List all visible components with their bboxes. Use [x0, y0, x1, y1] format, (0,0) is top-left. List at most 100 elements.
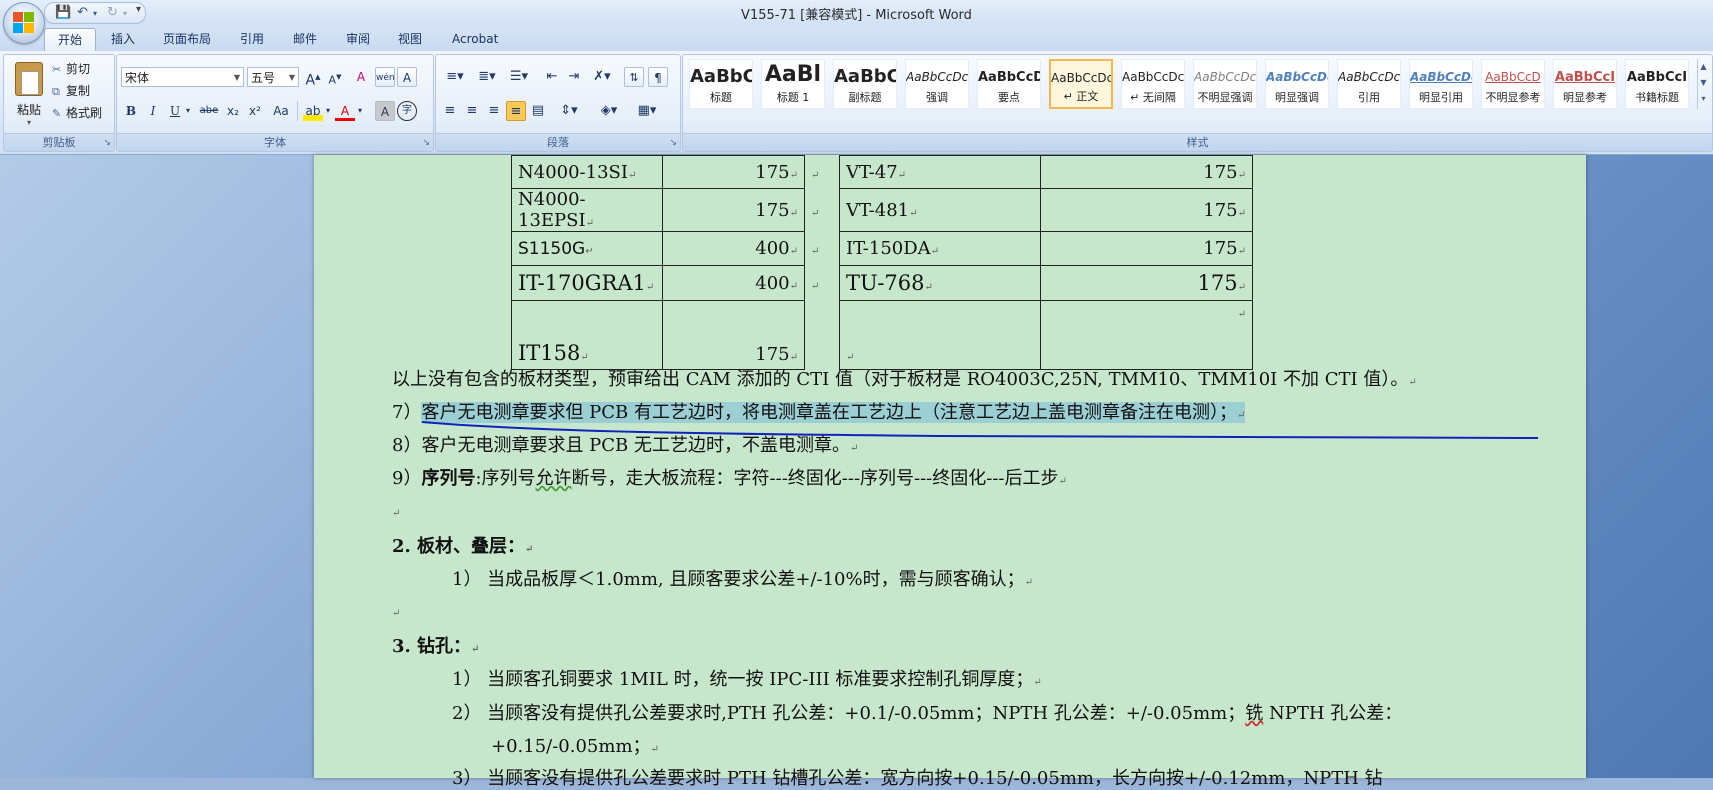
numbering-button[interactable]: ≣▾ — [472, 67, 502, 87]
table-cell[interactable]: 400↵ — [662, 265, 805, 301]
tab-insert[interactable]: 插入 — [98, 28, 148, 50]
style-subtle-emphasis[interactable]: AaBbCcDc 不明显强调 — [1193, 59, 1257, 109]
distributed-button[interactable]: ▤ — [528, 101, 548, 121]
table-cell[interactable]: ↵ — [804, 188, 840, 232]
list-item[interactable]: 1） 当顾客孔铜要求 1MIL 时，统一按 IPC-III 标准要求控制孔铜厚度… — [452, 665, 1042, 691]
paragraph[interactable]: 8）客户无电测章要求且 PCB 无工艺边时，不盖电测章。↵ — [392, 431, 858, 457]
style-quote[interactable]: AaBbCcDc 引用 — [1337, 59, 1401, 109]
paragraph-dialog-launcher-icon[interactable]: ↘ — [669, 138, 677, 148]
character-shading-button[interactable]: A — [375, 101, 395, 121]
table-cell[interactable]: 175↵ — [662, 300, 805, 370]
decrease-indent-button[interactable]: ⇤ — [542, 67, 562, 87]
bold-button[interactable]: B — [121, 101, 141, 121]
tab-page-layout[interactable]: 页面布局 — [150, 28, 224, 50]
font-color-button[interactable]: A — [335, 101, 355, 121]
chevron-down-icon[interactable]: ▾ — [183, 101, 193, 121]
list-item[interactable]: 1） 当成品板厚＜1.0mm, 且顾客要求公差+/-10%时，需与顾客确认；↵ — [452, 565, 1033, 591]
style-book-title[interactable]: AaBbCcI 书籍标题 — [1625, 59, 1689, 109]
subscript-button[interactable]: x₂ — [223, 101, 243, 121]
sort-button[interactable]: ⇅ — [624, 67, 644, 87]
style-subtle-reference[interactable]: AaBbCcD 不明显参考 — [1481, 59, 1545, 109]
phonetic-guide-button[interactable]: wén — [375, 67, 395, 87]
table-cell[interactable]: IT158↵ — [511, 300, 663, 370]
increase-indent-button[interactable]: ⇥ — [564, 67, 584, 87]
tab-references[interactable]: 引用 — [227, 28, 277, 50]
table-cell[interactable]: 400↵ — [662, 231, 805, 266]
style-intense-quote[interactable]: AaBbCcDc 明显引用 — [1409, 59, 1473, 109]
strikethrough-button[interactable]: abe — [197, 101, 221, 121]
table-cell[interactable]: 175↵ — [662, 188, 805, 232]
table-cell[interactable]: IT-170GRA1↵ — [511, 265, 663, 301]
paragraph[interactable]: 以上没有包含的板材类型，预审给出 CAM 添加的 CTI 值（对于板材是 RO4… — [392, 365, 1417, 391]
table-cell[interactable]: TU-768↵ — [839, 265, 1041, 301]
enclose-characters-button[interactable]: 字 — [397, 101, 417, 121]
paste-button[interactable]: 粘贴 ▾ — [8, 58, 50, 128]
line-spacing-button[interactable]: ⇕▾ — [554, 101, 584, 121]
italic-button[interactable]: I — [143, 101, 163, 121]
style-title[interactable]: AaBbC 标题 — [689, 59, 753, 109]
font-name-combo[interactable]: 宋体 ▼ — [121, 67, 244, 87]
change-case-button[interactable]: Aa — [269, 101, 293, 121]
chevron-down-icon[interactable]: ▾ — [323, 101, 333, 121]
table-cell[interactable]: 175↵ — [1040, 155, 1253, 189]
empty-paragraph[interactable]: ↵ — [392, 500, 400, 521]
style-intense-reference[interactable]: AaBbCcI 明显参考 — [1553, 59, 1617, 109]
gallery-up-icon[interactable]: ▲ — [1698, 59, 1709, 75]
asian-layout-button[interactable]: ✗▾ — [588, 67, 616, 87]
table-cell[interactable]: S1150G↵ — [511, 231, 663, 266]
format-painter-button[interactable]: ✎ 格式刷 — [52, 104, 102, 121]
borders-button[interactable]: ▦▾ — [630, 101, 664, 121]
shrink-font-button[interactable]: A▼ — [325, 67, 345, 87]
list-item[interactable]: 2） 当顾客没有提供孔公差要求时,PTH 孔公差：+0.1/-0.05mm；NP… — [452, 699, 1402, 725]
style-emphasis[interactable]: AaBbCcDc 强调 — [905, 59, 969, 109]
style-heading-1[interactable]: AaBl 标题 1 — [761, 59, 825, 109]
gallery-down-icon[interactable]: ▼ — [1698, 75, 1709, 91]
tab-review[interactable]: 审阅 — [333, 28, 383, 50]
align-left-button[interactable]: ≡ — [440, 101, 460, 121]
copy-button[interactable]: ⧉ 复制 — [52, 82, 90, 99]
font-dialog-launcher-icon[interactable]: ↘ — [422, 138, 430, 148]
tab-home[interactable]: 开始 — [44, 28, 97, 51]
table-cell[interactable]: IT-150DA↵ — [839, 231, 1041, 266]
clear-formatting-button[interactable]: A — [351, 67, 371, 87]
chevron-down-icon[interactable]: ▾ — [355, 101, 365, 121]
list-item-continuation[interactable]: +0.15/-0.05mm；↵ — [491, 732, 659, 758]
section-heading[interactable]: 2. 板材、叠层：↵ — [392, 532, 533, 558]
table-cell[interactable]: 175↵ — [1040, 265, 1253, 301]
list-item[interactable]: 3） 当顾客没有提供孔公差要求时 PTH 钻槽孔公差：宽方向按+0.15/-0.… — [452, 764, 1383, 790]
bullets-button[interactable]: ≡▾ — [440, 67, 470, 87]
tab-view[interactable]: 视图 — [385, 28, 435, 50]
style-normal[interactable]: AaBbCcDc ↵ 正文 — [1049, 59, 1113, 109]
align-right-button[interactable]: ≡ — [484, 101, 504, 121]
justify-button[interactable]: ≡ — [506, 101, 526, 121]
align-center-button[interactable]: ≡ — [462, 101, 482, 121]
style-no-spacing[interactable]: AaBbCcDc ↵ 无间隔 — [1121, 59, 1185, 109]
office-button[interactable] — [3, 2, 45, 44]
underline-button[interactable]: U — [165, 101, 185, 121]
table-cell[interactable] — [804, 300, 840, 370]
table-cell[interactable]: ↵ — [804, 231, 840, 266]
table-cell[interactable]: ↵ — [1040, 300, 1253, 370]
multilevel-list-button[interactable]: ☰▾ — [504, 67, 534, 87]
table-cell[interactable]: N4000-13SI↵ — [511, 155, 663, 189]
table-cell[interactable]: 175↵ — [1040, 188, 1253, 232]
font-size-combo[interactable]: 五号 ▼ — [247, 67, 299, 87]
table-cell[interactable]: ↵ — [804, 155, 840, 189]
table-cell[interactable]: ↵ — [804, 265, 840, 301]
table-cell[interactable]: 175↵ — [1040, 231, 1253, 266]
table-cell[interactable]: ↵ — [839, 300, 1041, 370]
gallery-more-icon[interactable]: ▾ — [1698, 91, 1709, 107]
show-marks-button[interactable]: ¶ — [648, 67, 668, 87]
style-intense-emphasis[interactable]: AaBbCcDc 明显强调 — [1265, 59, 1329, 109]
table-cell[interactable]: VT-47↵ — [839, 155, 1041, 189]
cut-button[interactable]: ✂ 剪切 — [52, 60, 90, 77]
empty-paragraph[interactable]: ↵ — [392, 600, 400, 621]
superscript-button[interactable]: x² — [245, 101, 265, 121]
highlight-color-button[interactable]: ab — [303, 101, 323, 121]
character-border-button[interactable]: A — [397, 67, 417, 87]
style-subtitle[interactable]: AaBbC 副标题 — [833, 59, 897, 109]
grow-font-button[interactable]: A▲ — [303, 67, 323, 89]
table-cell[interactable]: VT-481↵ — [839, 188, 1041, 232]
table-cell[interactable]: N4000-13EPSI↵ — [511, 188, 663, 232]
clipboard-dialog-launcher-icon[interactable]: ↘ — [103, 138, 111, 148]
